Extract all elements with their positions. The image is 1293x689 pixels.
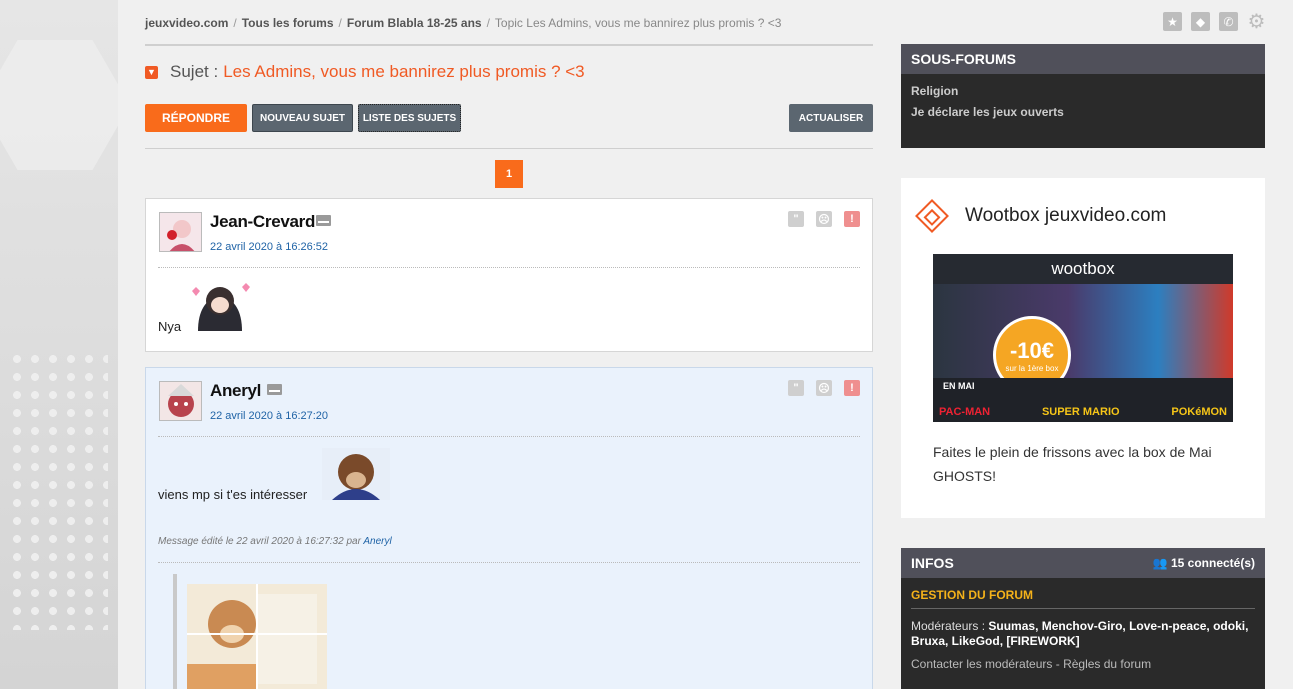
post-actions: " ☹ ! — [788, 211, 860, 227]
banner-image — [933, 284, 1233, 379]
brand-label: SUPER MARIO — [1041, 406, 1120, 418]
moderators: Modérateurs : Suumas, Menchov-Giro, Love… — [911, 619, 1255, 649]
quoted-image — [187, 584, 327, 689]
divider — [158, 267, 860, 268]
users-icon: 👥 — [1152, 556, 1168, 570]
top-icons: ★ ◆ ✆ ⚙ — [1163, 11, 1266, 33]
subforum-link[interactable]: Religion — [911, 81, 1255, 102]
ignore-icon[interactable]: ☹ — [816, 211, 832, 227]
reply-button[interactable]: RÉPONDRE — [145, 104, 247, 132]
ignore-icon[interactable]: ☹ — [816, 380, 832, 396]
connected-count[interactable]: 👥 15 connecté(s) — [1153, 556, 1255, 570]
post: Jean-Crevard 22 avril 2020 à 16:26:52 " … — [145, 198, 873, 352]
subforums-header: SOUS-FORUMS — [901, 44, 1265, 74]
divider — [145, 44, 873, 46]
dots-decor — [8, 350, 108, 630]
connected-text: 15 connecté(s) — [1170, 556, 1255, 570]
discount-value: -10€ — [1009, 337, 1055, 363]
infos-box: INFOS 👥 15 connecté(s) GESTION DU FORUM … — [901, 548, 1265, 689]
phone-icon[interactable]: ✆ — [1219, 12, 1238, 31]
avatar[interactable] — [159, 381, 202, 421]
post-author[interactable]: Jean-Crevard — [210, 212, 315, 232]
breadcrumb: jeuxvideo.com / Tous les forums / Forum Blab… — [145, 16, 782, 30]
quote-icon[interactable]: " — [788, 211, 804, 227]
subforums-box: SOUS-FORUMS Religion Je déclare les jeux… — [901, 44, 1265, 148]
post-author[interactable]: Aneryl — [210, 381, 261, 401]
post-date[interactable]: 22 avril 2020 à 16:27:20 — [210, 410, 328, 422]
mail-icon[interactable] — [316, 215, 331, 226]
post-actions: " ☹ ! — [788, 380, 860, 396]
discount-sub: sur la 1ère box — [1005, 363, 1059, 373]
divider — [158, 562, 860, 563]
breadcrumb-site[interactable]: jeuxvideo.com — [145, 16, 228, 30]
refresh-button[interactable]: ACTUALISER — [789, 104, 873, 132]
infos-header: INFOS 👥 15 connecté(s) — [901, 548, 1265, 578]
subforums-list: Religion Je déclare les jeux ouverts — [901, 74, 1265, 130]
post-message: viens mp si t'es intéresser — [158, 487, 308, 502]
sticker-image — [184, 279, 256, 331]
wootbox-banner[interactable]: wootbox -10€ sur la 1ère box PAC-MAN SUP… — [933, 254, 1233, 422]
wootbox-box: Wootbox jeuxvideo.com wootbox -10€ sur l… — [901, 178, 1265, 518]
brand-label: PAC-MAN — [939, 406, 991, 418]
avatar[interactable] — [159, 212, 202, 252]
post-message: Nya — [158, 319, 182, 334]
post-date[interactable]: 22 avril 2020 à 16:26:52 — [210, 241, 328, 253]
month-label: EN MAI — [933, 379, 985, 393]
brand-list: PAC-MAN SUPER MARIO POKéMON — [939, 406, 1227, 418]
subforums-title: SOUS-FORUMS — [911, 51, 1016, 67]
divider — [158, 436, 860, 437]
mail-icon[interactable] — [267, 384, 282, 395]
divider — [145, 148, 873, 149]
moderators-label: Modérateurs : — [911, 619, 986, 633]
contact-links[interactable]: Contacter les modérateurs - Règles du fo… — [911, 657, 1255, 671]
alert-icon[interactable]: ! — [844, 211, 860, 227]
edit-notice: Message édité le 22 avril 2020 à 16:27:3… — [158, 536, 392, 547]
sticker-image — [322, 448, 390, 500]
quote-bar — [173, 574, 177, 689]
star-icon[interactable]: ★ — [1163, 12, 1182, 31]
topic-label: Sujet : — [170, 62, 219, 81]
subforum-link[interactable]: Je déclare les jeux ouverts — [911, 102, 1255, 123]
infos-body: GESTION DU FORUM Modérateurs : Suumas, M… — [901, 578, 1265, 681]
hex-decor — [0, 40, 118, 170]
breadcrumb-topic: Topic Les Admins, vous me bannirez plus … — [494, 16, 782, 30]
alert-icon[interactable]: ! — [844, 380, 860, 396]
topic-list-button[interactable]: LISTE DES SUJETS — [358, 104, 461, 132]
brand-label: POKéMON — [1171, 406, 1227, 418]
new-topic-button[interactable]: NOUVEAU SUJET — [252, 104, 353, 132]
gestion-title: GESTION DU FORUM — [911, 588, 1255, 609]
infos-title: INFOS — [911, 555, 954, 571]
topic-title-row: ▼ Sujet : Les Admins, vous me bannirez p… — [145, 62, 585, 82]
wootbox-logo-icon — [915, 199, 949, 233]
topic-title: Les Admins, vous me bannirez plus promis… — [223, 62, 585, 81]
background-decor — [0, 0, 118, 689]
edit-notice-text: Message édité le 22 avril 2020 à 16:27:3… — [158, 536, 361, 547]
banner-brand: wootbox — [933, 254, 1233, 284]
page-1-button[interactable]: 1 — [495, 160, 523, 188]
gear-icon[interactable]: ⚙ — [1247, 11, 1266, 33]
editor-link[interactable]: Aneryl — [363, 536, 391, 547]
tag-icon[interactable]: ◆ — [1191, 12, 1210, 31]
wootbox-title[interactable]: Wootbox jeuxvideo.com — [965, 205, 1166, 227]
breadcrumb-forum[interactable]: Forum Blabla 18-25 ans — [347, 16, 482, 30]
page: jeuxvideo.com / Tous les forums / Forum Blab… — [118, 0, 1293, 689]
quote-icon[interactable]: " — [788, 380, 804, 396]
breadcrumb-all-forums[interactable]: Tous les forums — [242, 16, 334, 30]
post: Aneryl 22 avril 2020 à 16:27:20 " ☹ ! vi… — [145, 367, 873, 689]
wootbox-description: Faites le plein de frissons avec la box … — [933, 444, 1212, 484]
chevron-down-icon[interactable]: ▼ — [145, 65, 158, 79]
